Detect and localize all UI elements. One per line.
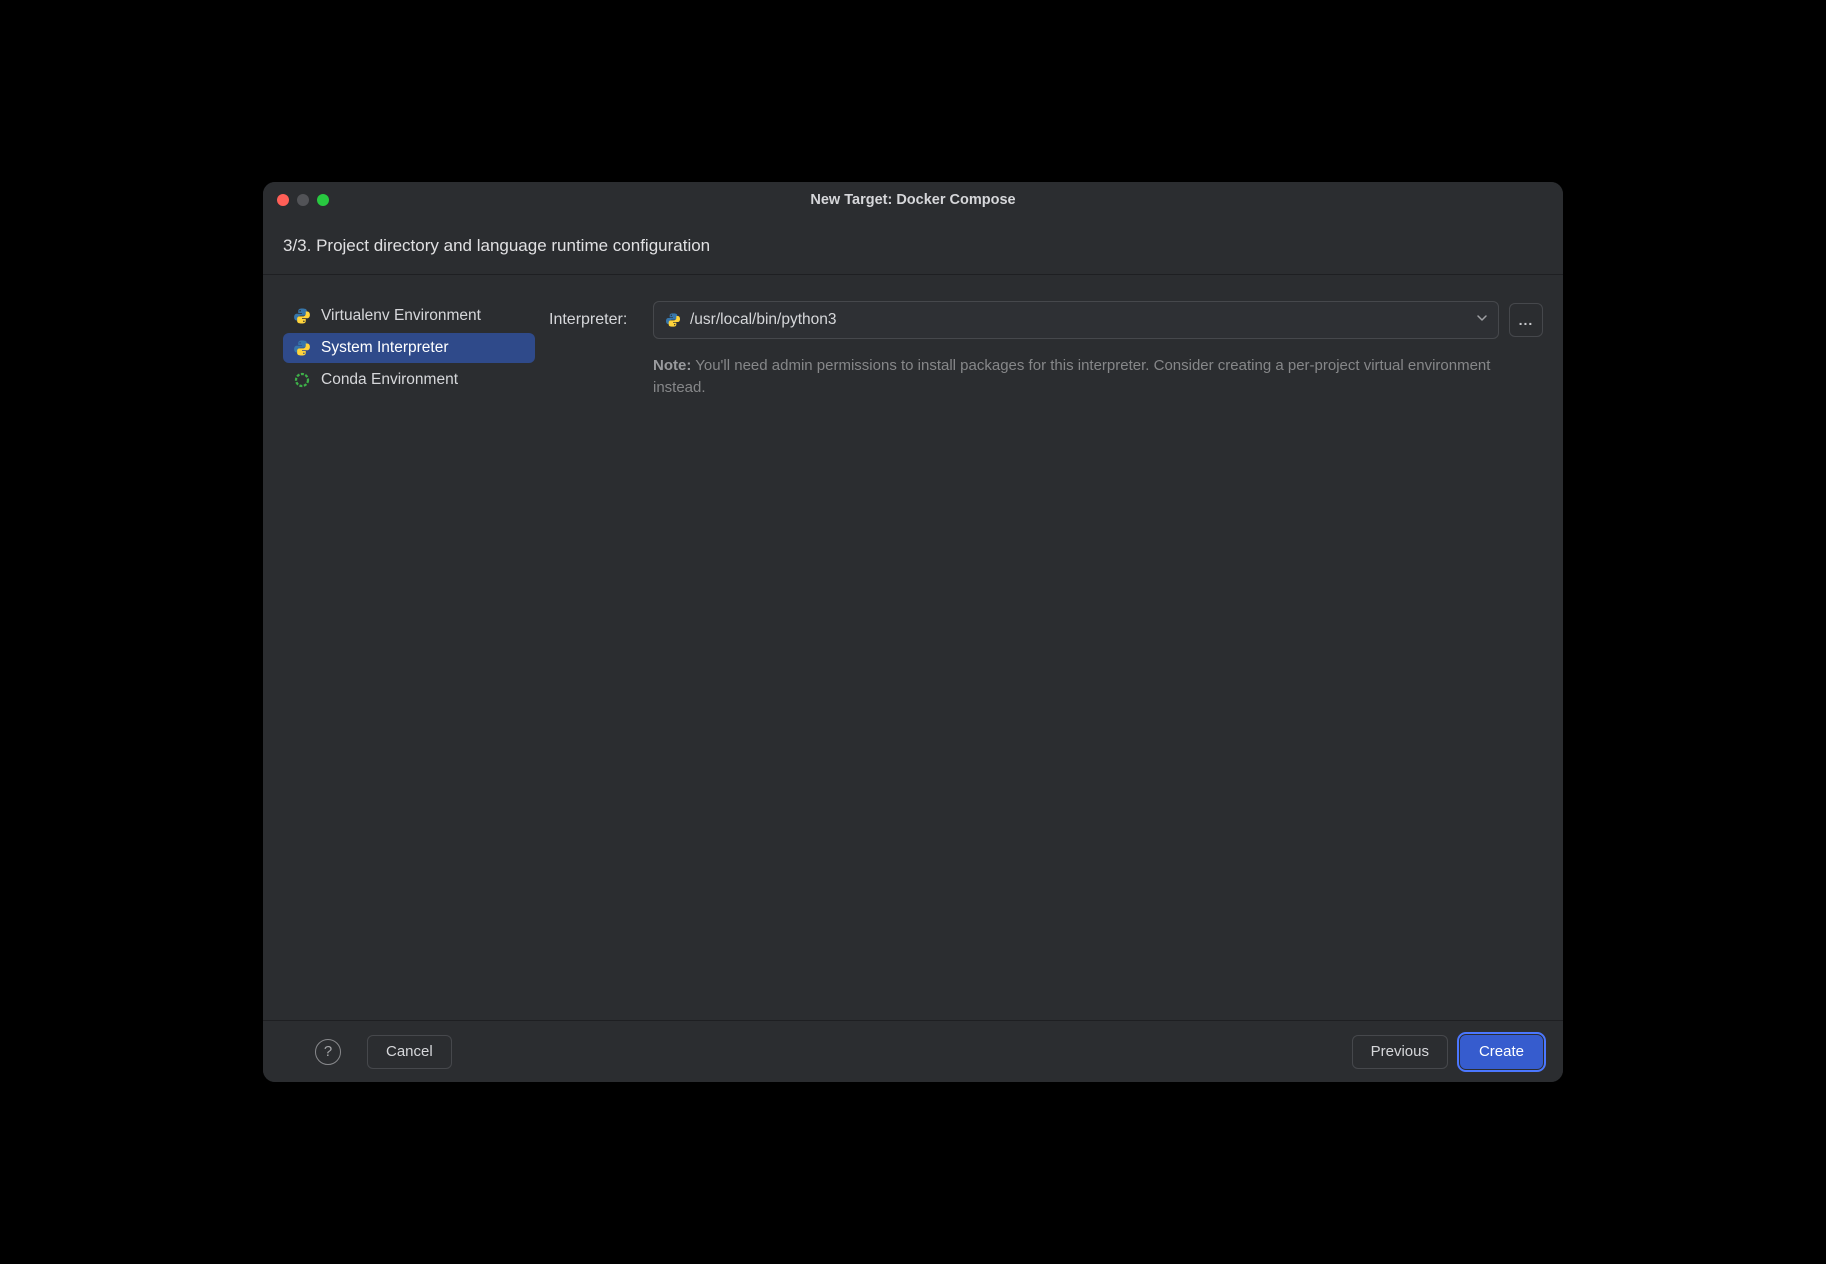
create-button[interactable]: Create <box>1460 1035 1543 1069</box>
interpreter-label: Interpreter: <box>549 311 643 329</box>
help-icon: ? <box>324 1043 332 1060</box>
browse-button[interactable]: ... <box>1509 303 1543 337</box>
sidebar-item-conda[interactable]: Conda Environment <box>283 365 535 395</box>
python-icon <box>664 311 682 329</box>
ellipsis-icon: ... <box>1519 312 1534 328</box>
interpreter-row: Interpreter: /usr/local/bin/python3 <box>549 301 1543 339</box>
interpreter-value: /usr/local/bin/python3 <box>690 311 1468 329</box>
python-icon <box>293 307 311 325</box>
previous-label: Previous <box>1371 1043 1429 1060</box>
sidebar-item-label: Virtualenv Environment <box>321 307 481 325</box>
python-icon <box>293 339 311 357</box>
sidebar-item-system-interpreter[interactable]: System Interpreter <box>283 333 535 363</box>
close-window-button[interactable] <box>277 194 289 206</box>
interpreter-select-wrap: /usr/local/bin/python3 ... <box>653 301 1543 339</box>
minimize-window-button[interactable] <box>297 194 309 206</box>
sidebar-item-virtualenv[interactable]: Virtualenv Environment <box>283 301 535 331</box>
window-controls <box>277 194 329 206</box>
cancel-label: Cancel <box>386 1043 433 1060</box>
help-button[interactable]: ? <box>315 1039 341 1065</box>
maximize-window-button[interactable] <box>317 194 329 206</box>
note-label: Note: <box>653 357 691 374</box>
main-panel: Interpreter: /usr/local/bin/python3 <box>549 301 1543 1020</box>
content-area: Virtualenv Environment System Interprete… <box>263 275 1563 1020</box>
sidebar-item-label: System Interpreter <box>321 339 449 357</box>
sidebar-item-label: Conda Environment <box>321 371 458 389</box>
note-text: You'll need admin permissions to install… <box>653 357 1490 396</box>
chevron-down-icon <box>1476 311 1488 329</box>
interpreter-note: Note: You'll need admin permissions to i… <box>549 355 1543 399</box>
dialog-footer: ? Cancel Previous Create <box>263 1020 1563 1082</box>
previous-button[interactable]: Previous <box>1352 1035 1448 1069</box>
titlebar: New Target: Docker Compose <box>263 182 1563 218</box>
interpreter-type-sidebar: Virtualenv Environment System Interprete… <box>283 301 535 1020</box>
cancel-button[interactable]: Cancel <box>367 1035 452 1069</box>
step-title: 3/3. Project directory and language runt… <box>263 218 1563 275</box>
conda-icon <box>293 371 311 389</box>
window-title: New Target: Docker Compose <box>810 192 1015 208</box>
interpreter-select[interactable]: /usr/local/bin/python3 <box>653 301 1499 339</box>
create-label: Create <box>1479 1043 1524 1060</box>
dialog-window: New Target: Docker Compose 3/3. Project … <box>263 182 1563 1082</box>
